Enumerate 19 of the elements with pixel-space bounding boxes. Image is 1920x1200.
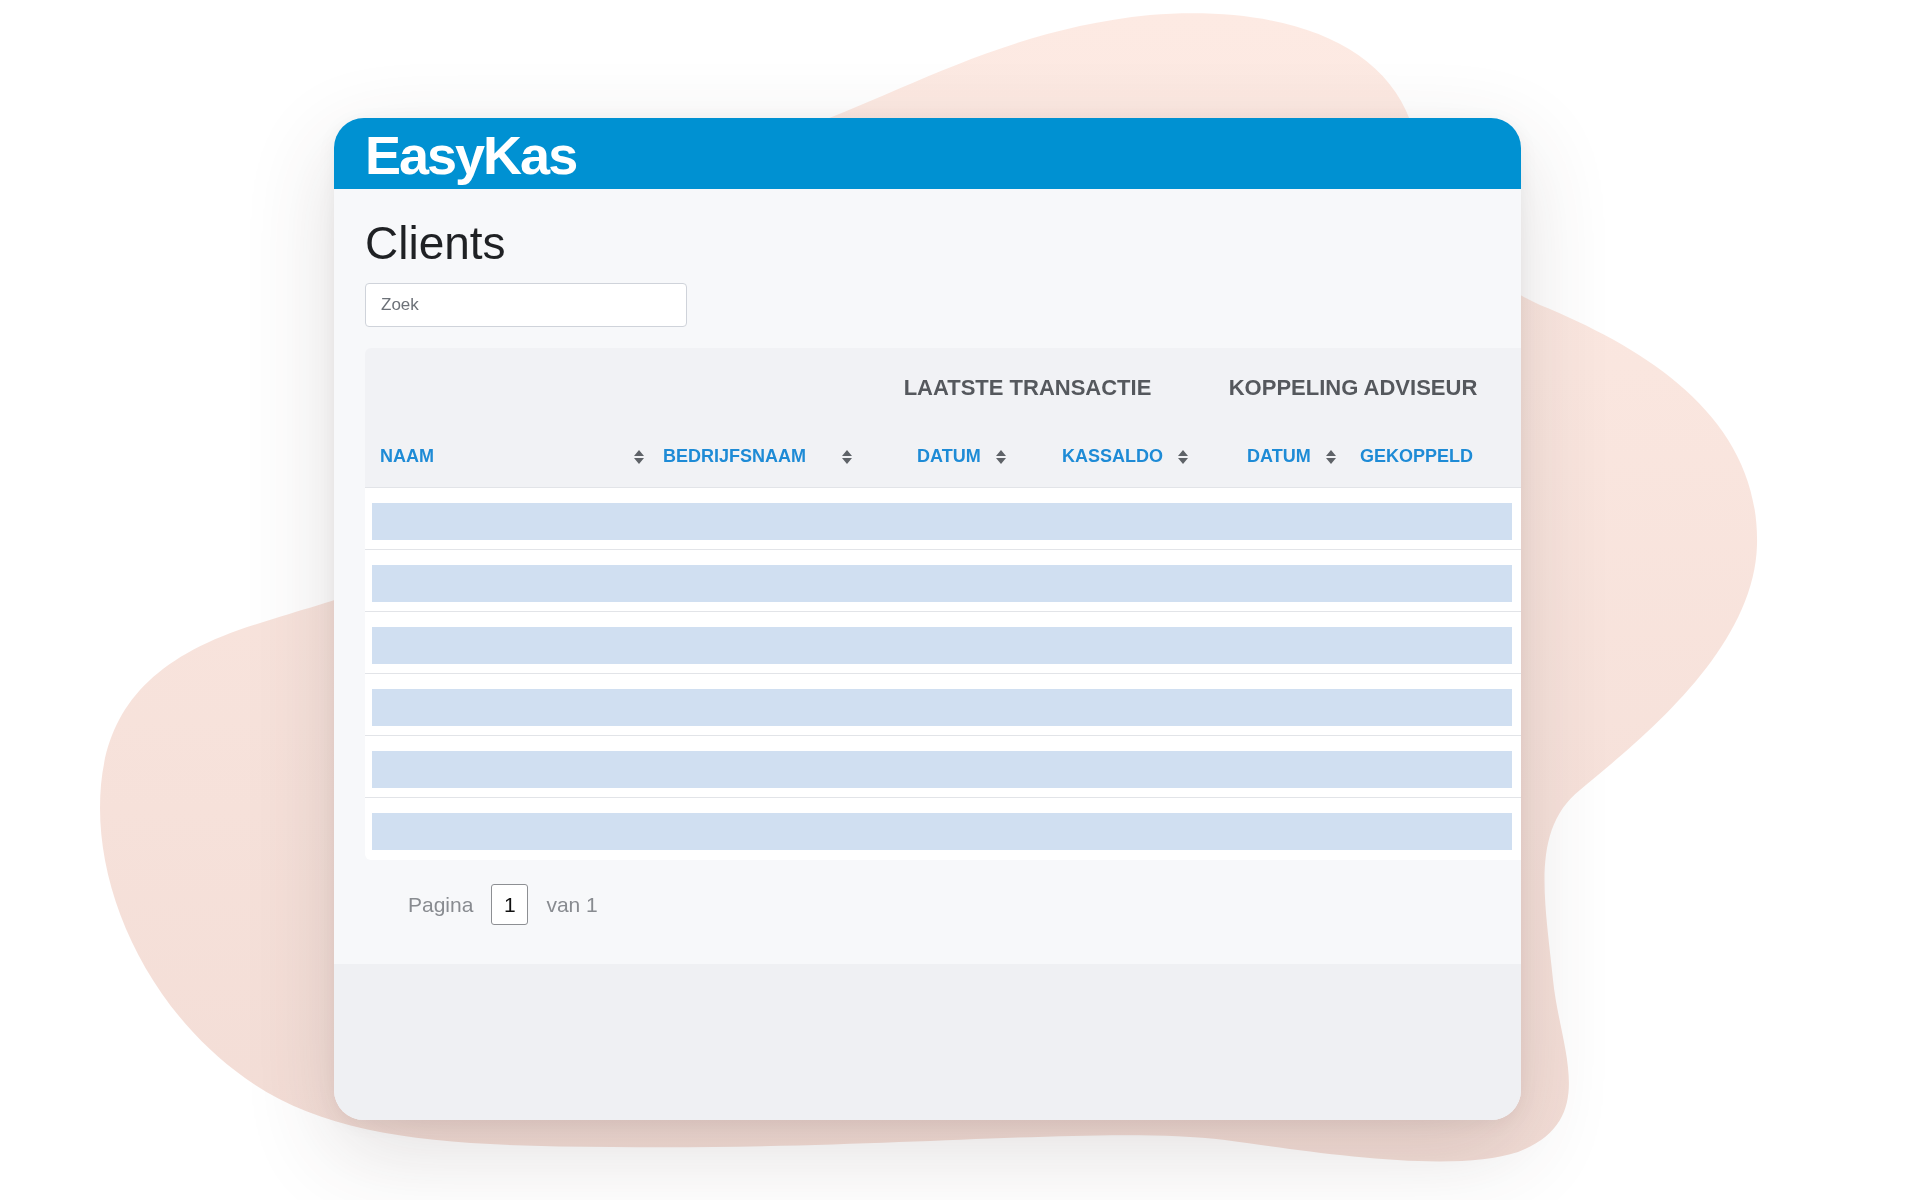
page-number-field[interactable]: 1 [491, 884, 529, 925]
sort-icon [1178, 449, 1188, 464]
sort-icon [995, 449, 1006, 464]
search-field[interactable]: Zoek [365, 283, 687, 327]
column-header[interactable]: BEDRIJFSNAAM [663, 446, 852, 467]
column-header[interactable]: DATUM [917, 446, 1006, 467]
app-logo: EasyKas [365, 124, 577, 185]
sort-icon [842, 449, 852, 464]
column-group-header: LAATSTE TRANSACTIE [903, 375, 1152, 401]
column-header[interactable]: GEKOPPELD [1360, 446, 1474, 467]
column-header[interactable]: DATUM [1247, 446, 1336, 467]
sort-icon [1325, 449, 1336, 464]
sort-icon [634, 449, 644, 464]
page-title: Clients [365, 217, 506, 269]
pagination-label: Pagina [408, 892, 474, 917]
column-header[interactable]: NAAM [380, 446, 644, 467]
column-header[interactable]: KASSALDO [1062, 446, 1188, 467]
page-total-label: van 1 [546, 892, 598, 917]
column-group-header: KOPPELING ADVISEUR [1228, 375, 1478, 401]
